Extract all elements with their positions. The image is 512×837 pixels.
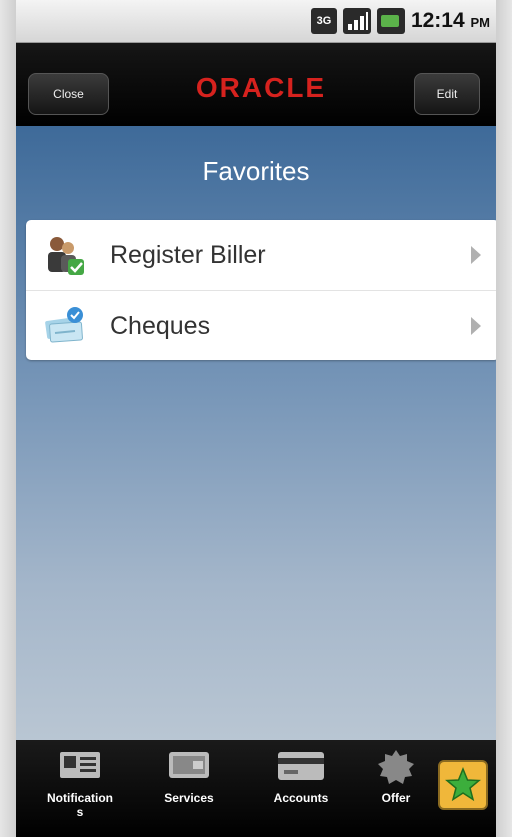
services-icon	[169, 752, 209, 778]
tab-offers[interactable]: Offer	[366, 740, 426, 837]
screen: 3G 12:14 PM Close ORACLE Edit Favorites	[16, 0, 496, 837]
tab-notifications[interactable]: Notification s	[28, 740, 132, 837]
device-frame-right	[496, 0, 512, 837]
bottom-tab-bar: Notification s Services Accounts Offer	[16, 740, 496, 837]
phone-device: 3G 12:14 PM Close ORACLE Edit Favorites	[0, 0, 512, 837]
tab-notifications-text-wrap: s	[76, 805, 84, 819]
battery-icon	[376, 8, 405, 34]
network-label: 3G	[316, 15, 332, 27]
close-button[interactable]: Close	[28, 73, 109, 115]
chevron-right-icon	[471, 246, 481, 264]
title-bar: Close ORACLE Edit	[16, 43, 496, 126]
favorites-button[interactable]	[438, 760, 488, 810]
status-bar: 3G 12:14 PM	[16, 0, 496, 43]
cheques-icon	[45, 307, 83, 343]
favorites-list: Register Biller Cheques	[26, 220, 496, 360]
signal-icon	[342, 8, 371, 34]
cheques-label: Cheques	[110, 311, 211, 340]
tab-services[interactable]: Services	[144, 740, 234, 837]
clock-time: 12:14	[410, 9, 465, 32]
notifications-icon	[60, 752, 100, 778]
favorites-content: Favorites Register Biller Cheques	[16, 126, 496, 740]
status-icons: 3G 12:14 PM	[310, 6, 490, 36]
oracle-logo: ORACLE	[196, 72, 326, 103]
tab-services-label: Services	[164, 791, 214, 805]
register-biller-label: Register Biller	[110, 240, 266, 269]
offers-icon	[378, 750, 414, 784]
chevron-right-icon	[471, 317, 481, 335]
edit-button[interactable]: Edit	[414, 73, 480, 115]
accounts-icon	[278, 752, 324, 780]
tab-accounts[interactable]: Accounts	[252, 740, 350, 837]
list-item-cheques[interactable]: Cheques	[26, 290, 496, 361]
device-frame-left	[0, 0, 16, 837]
tab-notifications-text: Notification	[47, 791, 113, 805]
register-biller-icon	[48, 237, 84, 275]
tab-notifications-label: Notification s	[28, 791, 132, 819]
tab-accounts-label: Accounts	[273, 791, 329, 805]
3g-icon: 3G	[310, 8, 337, 34]
svg-text:ORACLE: ORACLE	[196, 72, 326, 103]
page-title: Favorites	[202, 156, 310, 186]
tab-offers-label: Offer	[381, 791, 411, 805]
star-icon	[445, 767, 481, 802]
clock-ampm: PM	[470, 15, 491, 30]
list-item-register-biller[interactable]: Register Biller	[26, 220, 496, 290]
status-clock: 12:14 PM	[411, 9, 490, 33]
